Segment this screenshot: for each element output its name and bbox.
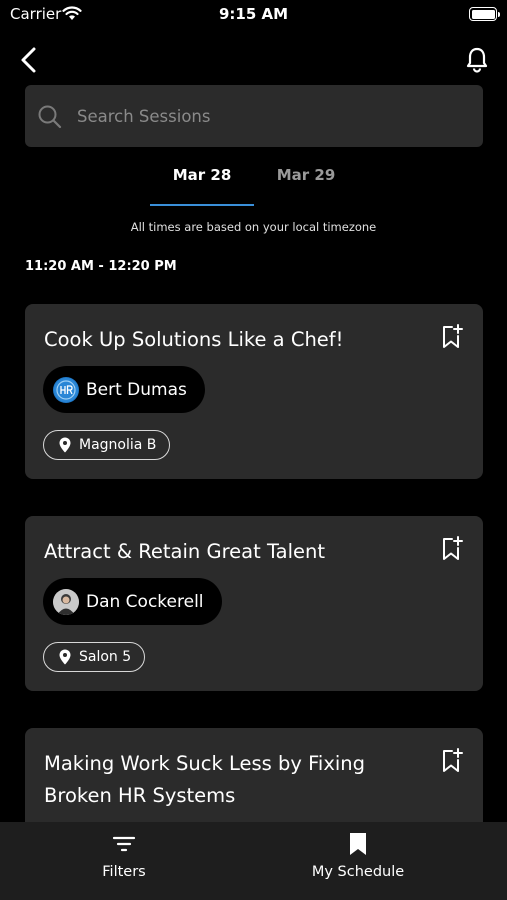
tab-mar-29[interactable]: Mar 29 xyxy=(256,166,356,206)
bell-icon[interactable] xyxy=(465,46,489,74)
my-schedule-button[interactable]: My Schedule xyxy=(298,832,418,894)
location-name: Salon 5 xyxy=(79,649,132,665)
bookmark-add-icon[interactable] xyxy=(441,324,463,350)
search-icon xyxy=(38,105,62,129)
battery-icon xyxy=(469,7,500,21)
session-title: Attract & Retain Great Talent xyxy=(44,540,326,563)
bookmark-add-icon[interactable] xyxy=(441,748,463,774)
bottom-nav: Filters My Schedule xyxy=(0,822,507,900)
session-title: Making Work Suck Less by Fixing Broken H… xyxy=(44,752,366,807)
status-time: 9:15 AM xyxy=(218,5,289,23)
search-bar xyxy=(25,85,483,147)
location-name: Magnolia B xyxy=(79,437,157,453)
filters-label: Filters xyxy=(102,864,146,880)
bookmark-add-icon[interactable] xyxy=(441,536,463,562)
back-button[interactable] xyxy=(18,46,40,74)
location-pin-icon xyxy=(59,649,71,665)
avatar xyxy=(53,588,79,615)
speaker-chip[interactable]: Dan Cockerell xyxy=(43,578,222,625)
status-bar: Carrier 9:15 AM xyxy=(0,0,507,30)
session-title: Cook Up Solutions Like a Chef! xyxy=(44,328,344,351)
session-card[interactable]: Cook Up Solutions Like a Chef! Bert Duma… xyxy=(25,304,483,479)
tab-mar-28[interactable]: Mar 28 xyxy=(150,166,254,206)
search-input[interactable] xyxy=(77,85,467,147)
timezone-note: All times are based on your local timezo… xyxy=(130,220,377,234)
location-tag: Magnolia B xyxy=(43,430,171,460)
session-card[interactable]: Attract & Retain Great Talent Dan Cocker… xyxy=(25,516,483,691)
filter-icon xyxy=(112,836,136,852)
speaker-name: Bert Dumas xyxy=(86,379,187,400)
my-schedule-label: My Schedule xyxy=(311,864,405,880)
speaker-chip[interactable]: Bert Dumas xyxy=(43,366,205,413)
time-slot-heading: 11:20 AM - 12:20 PM xyxy=(25,259,177,274)
location-pin-icon xyxy=(59,437,71,453)
avatar xyxy=(53,376,79,403)
filters-button[interactable]: Filters xyxy=(74,832,174,894)
bookmark-icon xyxy=(350,833,366,855)
location-tag: Salon 5 xyxy=(43,642,146,672)
speaker-name: Dan Cockerell xyxy=(86,591,204,612)
